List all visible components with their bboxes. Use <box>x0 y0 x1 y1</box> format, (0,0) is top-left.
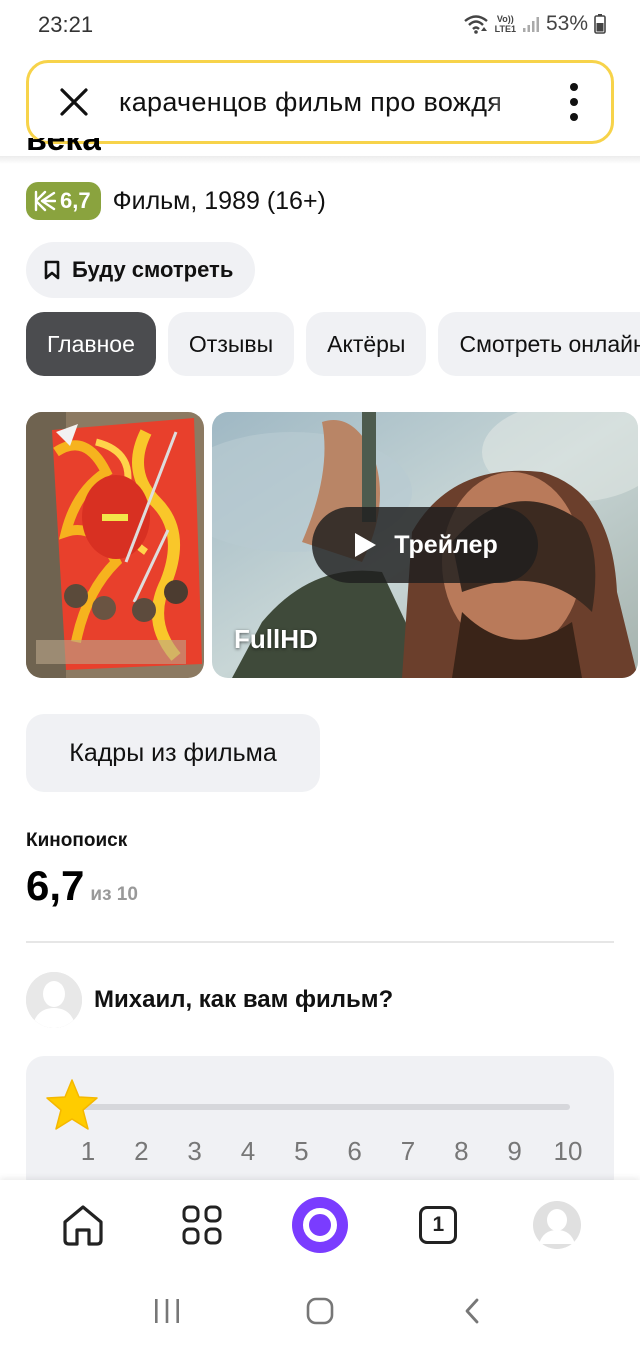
rating-track[interactable] <box>72 1104 570 1110</box>
home-button-icon[interactable] <box>305 1296 335 1326</box>
rating-option[interactable]: 1 <box>70 1136 106 1167</box>
rating-numbers: 1 2 3 4 5 6 7 8 9 10 <box>70 1136 586 1167</box>
movie-title: века <box>26 138 101 162</box>
section-tabs: Главное Отзывы Актёры Смотреть онлайн <box>26 312 640 376</box>
network-top: Vo)) <box>496 14 514 24</box>
trailer-label: Трейлер <box>394 530 498 559</box>
rating-option[interactable]: 6 <box>337 1136 373 1167</box>
movie-poster[interactable] <box>26 412 204 678</box>
search-query[interactable]: караченцов фильм про вождя <box>119 87 537 118</box>
close-button[interactable] <box>29 63 119 141</box>
rating-option[interactable]: 8 <box>443 1136 479 1167</box>
battery-icon <box>594 14 606 34</box>
movie-title-text: века <box>26 138 102 158</box>
divider <box>26 941 614 943</box>
rating-option[interactable]: 5 <box>283 1136 319 1167</box>
rating-badge[interactable]: 6,7 <box>26 182 101 220</box>
bottom-nav: 1 <box>0 1180 640 1270</box>
network-type: Vo)) LTE1 <box>495 14 516 34</box>
poster-image <box>26 412 204 678</box>
alice-icon <box>291 1197 348 1253</box>
search-bar[interactable]: караченцов фильм про вождя <box>26 60 614 144</box>
user-avatar <box>26 972 82 1028</box>
rating-option[interactable]: 7 <box>390 1136 426 1167</box>
kinopoisk-score: 6,7 из 10 <box>26 862 138 910</box>
status-indicators: Vo)) LTE1 53% <box>463 12 606 36</box>
tab-watch-online[interactable]: Смотреть онлайн <box>438 312 640 376</box>
tab-main[interactable]: Главное <box>26 312 156 376</box>
signal-icon <box>522 17 539 32</box>
watch-later-label: Буду смотреть <box>72 257 234 282</box>
movie-meta-row: 6,7 Фильм, 1989 (16+) <box>26 182 326 220</box>
status-time: 23:21 <box>38 12 94 37</box>
services-grid-icon <box>182 1205 222 1245</box>
nav-tabs[interactable]: 1 <box>403 1190 473 1260</box>
network-bottom: LTE1 <box>494 24 516 34</box>
trailer-play-button[interactable]: Трейлер <box>312 507 538 583</box>
more-button[interactable] <box>537 63 611 141</box>
kinopoisk-icon <box>34 190 56 212</box>
nav-alice[interactable] <box>285 1190 355 1260</box>
system-nav <box>0 1270 640 1352</box>
kinopoisk-score-max: из 10 <box>90 884 138 905</box>
quality-badge: FullHD <box>234 624 318 654</box>
rating-value: 6,7 <box>60 188 91 213</box>
rating-slider-card: 1 2 3 4 5 6 7 8 9 10 <box>26 1056 614 1196</box>
tab-reviews[interactable]: Отзывы <box>167 312 295 376</box>
status-bar: 23:21 Vo)) LTE1 53% <box>0 0 640 52</box>
nav-profile[interactable] <box>522 1190 592 1260</box>
frames-button[interactable]: Кадры из фильма <box>26 714 320 792</box>
wifi-icon <box>463 15 488 34</box>
back-icon[interactable] <box>458 1296 488 1326</box>
avatar-icon <box>26 972 82 1028</box>
close-icon <box>60 88 88 116</box>
star-icon[interactable] <box>44 1078 100 1132</box>
rating-option[interactable]: 2 <box>123 1136 159 1167</box>
nav-services[interactable] <box>167 1190 237 1260</box>
trailer-video[interactable]: Трейлер FullHD <box>212 412 638 678</box>
movie-meta: Фильм, 1989 (16+) <box>112 186 326 215</box>
kinopoisk-label: Кинопоиск <box>26 830 128 851</box>
home-icon <box>63 1205 103 1246</box>
tabs-icon: 1 <box>419 1206 458 1244</box>
play-icon <box>355 533 377 557</box>
rate-question: Михаил, как вам фильм? <box>94 986 394 1013</box>
watch-later-button[interactable]: Буду смотреть <box>26 242 256 298</box>
tab-actors[interactable]: Актёры <box>306 312 427 376</box>
battery-percent: 53% <box>545 12 588 35</box>
rating-option[interactable]: 10 <box>550 1136 586 1167</box>
rating-option[interactable]: 3 <box>177 1136 213 1167</box>
rating-option[interactable]: 9 <box>497 1136 533 1167</box>
more-vertical-icon <box>570 83 578 121</box>
recents-icon[interactable] <box>152 1296 182 1326</box>
rate-prompt: Михаил, как вам фильм? <box>26 972 393 1028</box>
rating-option[interactable]: 4 <box>230 1136 266 1167</box>
nav-home[interactable] <box>48 1190 118 1260</box>
bookmark-icon <box>44 260 60 280</box>
kinopoisk-score-value: 6,7 <box>26 862 85 909</box>
profile-icon <box>532 1201 581 1249</box>
